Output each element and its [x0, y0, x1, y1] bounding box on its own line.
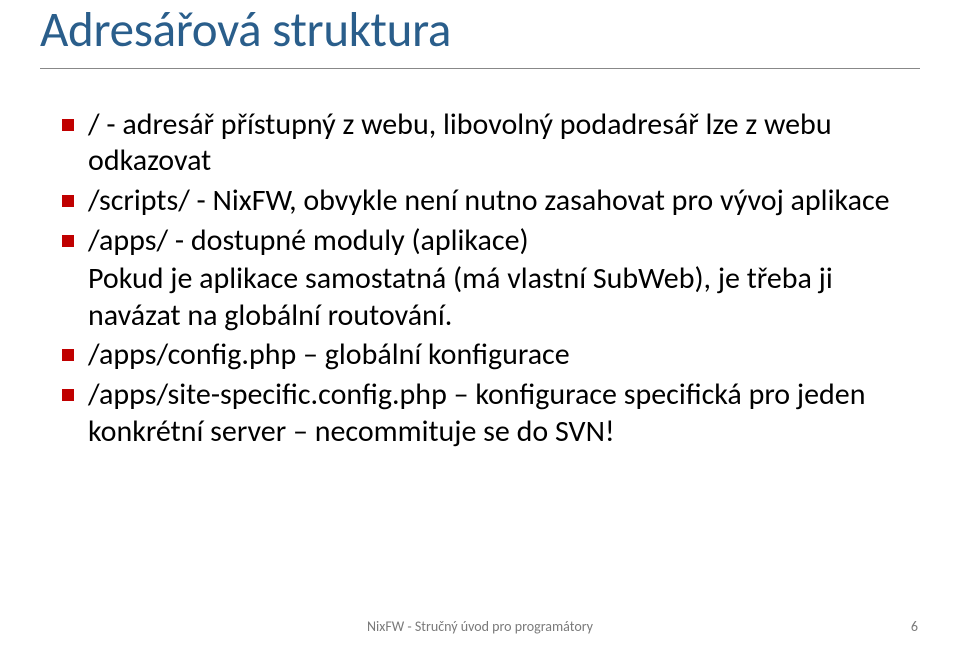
slide-title: Adresářová struktura	[40, 0, 920, 68]
bullet-item: /scripts/ - NixFW, obvykle není nutno za…	[62, 183, 906, 220]
page-number: 6	[911, 618, 918, 635]
bullet-text: /apps/site-specific.config.php – konfigu…	[88, 376, 865, 450]
bullet-subtext: Pokud je aplikace samostatná (má vlastní…	[88, 261, 906, 334]
bullet-item: /apps/config.php – globální konfigurace	[62, 337, 906, 374]
title-divider	[40, 68, 920, 69]
bullet-item: /apps/site-specific.config.php – konfigu…	[62, 377, 906, 450]
bullet-text: / - adresář přístupný z webu, libovolný …	[88, 106, 832, 180]
bullet-text: /apps/ - dostupné moduly (aplikace)	[88, 222, 529, 259]
bullet-item: /apps/ - dostupné moduly (aplikace) Poku…	[62, 223, 906, 335]
footer-text: NixFW - Stručný úvod pro programátory	[0, 618, 960, 635]
bullet-item: / - adresář přístupný z webu, libovolný …	[62, 107, 906, 180]
bullet-text: /scripts/ - NixFW, obvykle není nutno za…	[88, 182, 890, 219]
bullet-text: /apps/config.php – globální konfigurace	[88, 336, 570, 373]
slide-content: / - adresář přístupný z webu, libovolný …	[40, 107, 920, 450]
